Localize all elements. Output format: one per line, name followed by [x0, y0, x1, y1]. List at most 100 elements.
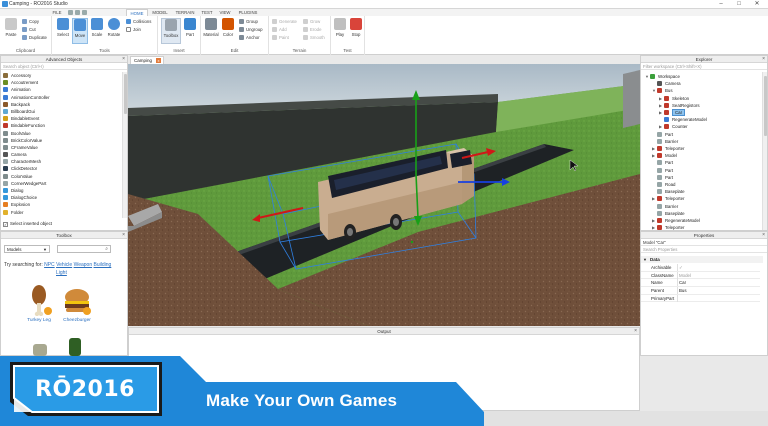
explorer-tree-item[interactable]: ▶ Teleporter: [641, 224, 685, 231]
explorer-tree-item[interactable]: Part: [641, 174, 673, 181]
paste-button[interactable]: Paste: [3, 18, 19, 44]
property-row[interactable]: Parent Bus: [641, 287, 760, 295]
cut-button[interactable]: Cut: [22, 26, 36, 33]
select-button[interactable]: Select: [55, 18, 71, 44]
property-value[interactable]: ✓: [679, 264, 683, 271]
checkbox-icon[interactable]: ✓: [3, 222, 8, 227]
explorer-tree-item[interactable]: ▶ Model: [641, 152, 677, 159]
duplicate-button[interactable]: Duplicate: [22, 34, 47, 41]
explorer-tree-item[interactable]: Baseplate: [641, 188, 685, 195]
tab-model[interactable]: MODEL: [149, 9, 171, 16]
explorer-tree-item[interactable]: RegenerateModel: [641, 116, 707, 123]
property-value[interactable]: Bus: [679, 287, 687, 294]
tab-test[interactable]: TEST: [199, 9, 215, 16]
collapse-icon[interactable]: ▼: [643, 257, 647, 262]
tab-plugins[interactable]: PLUGINS: [236, 9, 260, 16]
suggestion-weapon[interactable]: Weapon: [74, 262, 93, 268]
close-button[interactable]: ✕: [750, 0, 764, 8]
object-list-item[interactable]: CFrameValue: [1, 144, 123, 151]
object-list-item[interactable]: Explosion: [1, 201, 123, 208]
explorer-tree-item[interactable]: Baseplate: [641, 210, 685, 217]
close-icon[interactable]: ×: [122, 56, 125, 63]
object-list-item[interactable]: BindableFunction: [1, 122, 123, 129]
object-list-item[interactable]: ColorValue: [1, 173, 123, 180]
object-list-item[interactable]: DialogChoice: [1, 194, 123, 201]
toolbox-item-preview-icon[interactable]: [33, 344, 47, 356]
explorer-tree-item[interactable]: ▶ Teleporter: [641, 145, 685, 152]
explorer-tree-item[interactable]: ▶ RegenerateModel: [641, 217, 700, 224]
minimize-button[interactable]: –: [714, 0, 728, 8]
part-button[interactable]: Part: [182, 18, 198, 44]
object-list-item[interactable]: Animation: [1, 86, 123, 93]
explorer-scrollbar[interactable]: [762, 72, 767, 230]
property-row[interactable]: ClassName Model: [641, 271, 760, 280]
suggestion-npc[interactable]: NPC: [44, 262, 55, 268]
anchor-button[interactable]: Anchor: [239, 34, 260, 41]
object-list-item[interactable]: ClickDetector: [1, 165, 123, 172]
redo-icon[interactable]: [75, 10, 80, 15]
ungroup-button[interactable]: Ungroup: [239, 26, 262, 33]
close-icon[interactable]: ×: [122, 232, 125, 239]
property-row[interactable]: PrimaryPart: [641, 294, 760, 303]
close-icon[interactable]: ×: [762, 232, 765, 239]
toolbox-button[interactable]: Toolbox: [161, 18, 181, 44]
object-list-item[interactable]: BoolValue: [1, 130, 123, 137]
toolbox-item-cheezburger[interactable]: Cheezburger: [57, 288, 97, 323]
property-value[interactable]: Car: [679, 279, 686, 286]
grow-button[interactable]: Grow: [303, 18, 320, 25]
color-button[interactable]: Color: [220, 18, 236, 44]
toolbox-search-input[interactable]: ⌕: [57, 245, 111, 253]
object-list-item[interactable]: CornerWedgePart: [1, 180, 123, 187]
object-list-item[interactable]: Accoutrement: [1, 79, 123, 86]
3d-viewport[interactable]: [128, 64, 640, 326]
explorer-tree-item[interactable]: Part: [641, 167, 673, 174]
play-button[interactable]: Play: [332, 18, 348, 44]
scale-button[interactable]: Scale: [89, 18, 105, 44]
property-row[interactable]: Archivable ✓: [641, 264, 760, 272]
suggestion-building[interactable]: Building: [94, 262, 112, 268]
scroll-thumb[interactable]: [124, 74, 127, 114]
collisions-toggle[interactable]: Collisions: [126, 18, 151, 25]
object-list-item[interactable]: AnimationController: [1, 94, 123, 101]
data-section-header[interactable]: ▼ Data: [641, 256, 763, 263]
suggestion-light[interactable]: Light: [56, 270, 67, 276]
explorer-tree-item[interactable]: Road: [641, 181, 676, 188]
object-list-item[interactable]: BillboardGui: [1, 108, 123, 115]
toolbox-item-turkey-leg[interactable]: Turkey Leg: [19, 284, 59, 323]
paint-button[interactable]: Paint: [272, 34, 289, 41]
join-toggle[interactable]: Join: [126, 26, 141, 33]
generate-button[interactable]: Generate: [272, 18, 297, 25]
object-list-scrollbar[interactable]: [122, 72, 127, 218]
add-terrain-button[interactable]: Add: [272, 26, 287, 33]
explorer-tree-item[interactable]: ▼ Bus: [641, 87, 673, 94]
rotate-button[interactable]: Rotate: [106, 18, 122, 44]
explorer-tree-item[interactable]: ▶ Car: [641, 109, 686, 116]
explorer-tree-item[interactable]: Part: [641, 131, 673, 138]
explorer-tree-item[interactable]: Barrier: [641, 203, 678, 210]
close-icon[interactable]: ×: [634, 328, 637, 335]
search-icon[interactable]: ⌕: [105, 246, 108, 252]
close-icon[interactable]: ×: [762, 56, 765, 63]
object-list-item[interactable]: CharacterMesh: [1, 158, 123, 165]
object-list-item[interactable]: BindableEvent: [1, 115, 123, 122]
explorer-tree-item[interactable]: Camera: [641, 80, 681, 87]
object-list-item[interactable]: Backpack: [1, 101, 123, 108]
explorer-tree-item[interactable]: ▶ Teleporter: [641, 195, 685, 202]
suggestion-vehicle[interactable]: Vehicle: [56, 262, 72, 268]
explorer-tree-item[interactable]: ▶ Counter: [641, 123, 688, 130]
property-value[interactable]: Model: [679, 272, 691, 279]
tab-view[interactable]: VIEW: [216, 9, 234, 16]
object-list-item[interactable]: Folder: [1, 209, 123, 216]
save-icon[interactable]: [82, 10, 87, 15]
properties-search-input[interactable]: Search Properties: [641, 246, 767, 253]
explorer-tree-item[interactable]: ▼ Workspace: [641, 73, 680, 80]
explorer-filter-input[interactable]: Filter workspace (Ctrl+Shift+X): [641, 63, 767, 70]
explorer-tree-item[interactable]: Barrier: [641, 138, 678, 145]
maximize-button[interactable]: □: [732, 0, 746, 8]
tab-terrain[interactable]: TERRAIN: [172, 9, 198, 16]
tab-file[interactable]: FILE: [48, 9, 66, 16]
category-dropdown[interactable]: Models ▼: [4, 245, 50, 253]
scroll-thumb[interactable]: [764, 76, 767, 136]
tab-camping[interactable]: Camping x: [130, 56, 164, 64]
stop-button[interactable]: Stop: [348, 18, 364, 44]
